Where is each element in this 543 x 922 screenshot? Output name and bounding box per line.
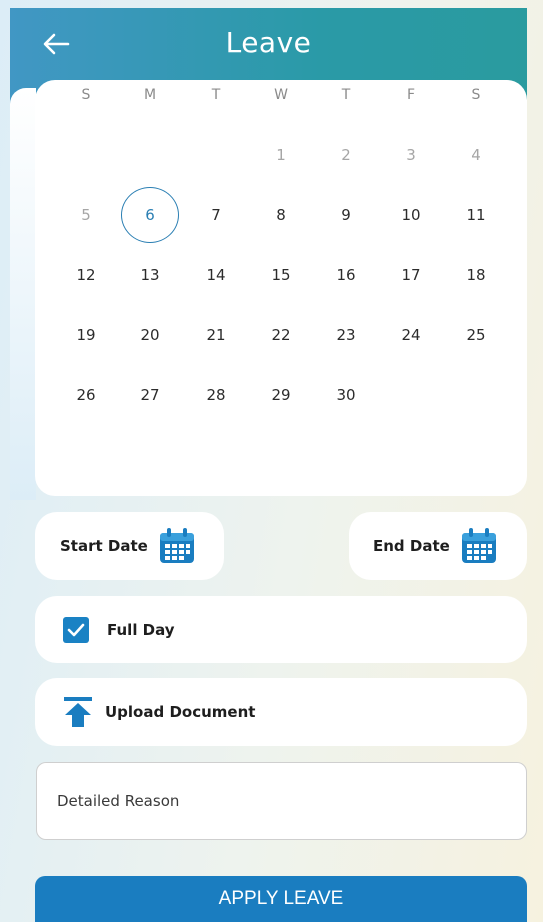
calendar-day[interactable]: 19	[61, 323, 111, 347]
calendar-shadow	[10, 88, 36, 500]
calendar-day[interactable]: 21	[191, 323, 241, 347]
calendar-day[interactable]: 4	[451, 143, 501, 167]
weekday-header: S	[81, 87, 91, 103]
calendar-day[interactable]: 2	[321, 143, 371, 167]
today-highlight-ring	[121, 187, 179, 243]
calendar-day[interactable]: 8	[256, 203, 306, 227]
calendar-day[interactable]: 25	[451, 323, 501, 347]
weekday-header: W	[274, 87, 288, 103]
apply-leave-button[interactable]: APPLY LEAVE	[35, 876, 527, 922]
calendar-day[interactable]: 7	[191, 203, 241, 227]
calendar-day[interactable]: 9	[321, 203, 371, 227]
calendar-day[interactable]: 24	[386, 323, 436, 347]
page-title: Leave	[225, 26, 312, 59]
calendar-day[interactable]: 20	[125, 323, 175, 347]
calendar-day[interactable]: 1	[256, 143, 306, 167]
calendar-day[interactable]: 11	[451, 203, 501, 227]
calendar-day[interactable]: 3	[386, 143, 436, 167]
start-date-button[interactable]: Start Date	[35, 512, 224, 580]
calendar-day[interactable]: 17	[386, 263, 436, 287]
calendar-day[interactable]: 29	[256, 383, 306, 407]
calendar-day[interactable]: 22	[256, 323, 306, 347]
weekday-header: S	[471, 87, 481, 103]
weekday-header: M	[143, 87, 157, 103]
weekday-header: T	[211, 87, 221, 103]
calendar-day[interactable]: 15	[256, 263, 306, 287]
calendar-day[interactable]: 14	[191, 263, 241, 287]
calendar-day[interactable]: 10	[386, 203, 436, 227]
end-date-button[interactable]: End Date	[349, 512, 527, 580]
calendar-day[interactable]: 16	[321, 263, 371, 287]
calendar-day[interactable]: 5	[61, 203, 111, 227]
calendar-day[interactable]: 28	[191, 383, 241, 407]
upload-document-button[interactable]: Upload Document	[35, 678, 527, 746]
detailed-reason-field[interactable]: Detailed Reason	[36, 762, 527, 840]
upload-document-label: Upload Document	[105, 703, 256, 721]
start-date-label: Start Date	[60, 537, 148, 555]
calendar-day[interactable]: 30	[321, 383, 371, 407]
calendar-icon	[460, 527, 498, 565]
full-day-row: Full Day	[35, 596, 527, 663]
full-day-label: Full Day	[107, 620, 175, 639]
calendar-day[interactable]: 18	[451, 263, 501, 287]
calendar-day[interactable]: 23	[321, 323, 371, 347]
calendar-day[interactable]: 26	[61, 383, 111, 407]
calendar-day[interactable]: 27	[125, 383, 175, 407]
checkmark-icon	[67, 623, 85, 636]
full-day-checkbox[interactable]	[63, 616, 89, 643]
upload-icon	[63, 696, 93, 728]
weekday-header: T	[341, 87, 351, 103]
calendar-day[interactable]: 13	[125, 263, 175, 287]
calendar: S M T W T F S 1 2 3 4 5 6 7 8 9 10 11 12 13 14 15 16 17 18 19 20 21…	[35, 80, 527, 496]
calendar-day[interactable]: 12	[61, 263, 111, 287]
calendar-icon	[158, 527, 196, 565]
end-date-label: End Date	[373, 537, 450, 555]
weekday-header: F	[406, 87, 416, 103]
